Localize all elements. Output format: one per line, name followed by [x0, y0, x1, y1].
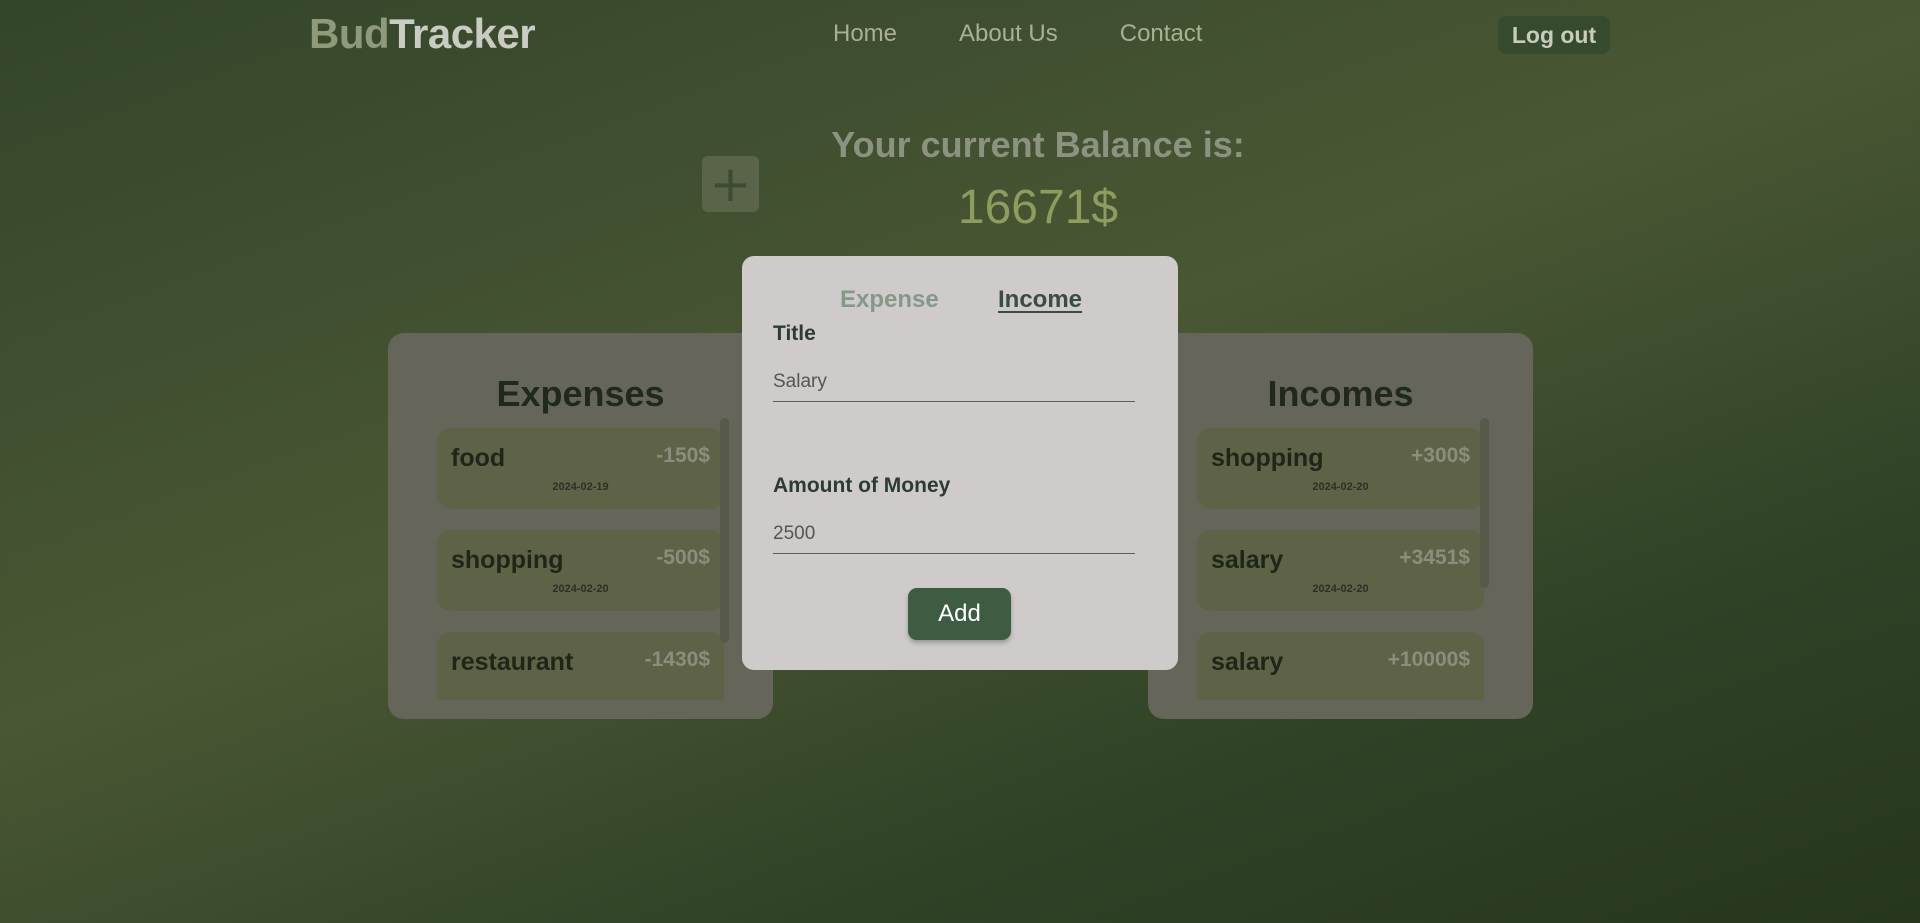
- balance-value: 16671$: [957, 181, 1119, 234]
- amount-input[interactable]: [773, 514, 1135, 554]
- expenses-panel: Expenses food -150$ 2024-02-19 shopping …: [388, 333, 773, 719]
- logo[interactable]: BudTracker: [309, 10, 536, 58]
- expense-amount: -150$: [656, 444, 710, 467]
- nav-about-us[interactable]: About Us: [959, 20, 1058, 48]
- expense-amount: -500$: [656, 546, 710, 569]
- logo-bud: Bud: [309, 10, 390, 57]
- income-item[interactable]: salary +3451$ 2024-02-20: [1197, 530, 1484, 611]
- expense-item[interactable]: shopping -500$ 2024-02-20: [437, 530, 724, 611]
- tab-expense[interactable]: Expense: [840, 286, 939, 314]
- expenses-scrollbar[interactable]: [720, 418, 729, 643]
- nav-home[interactable]: Home: [833, 20, 897, 48]
- income-date: 2024-02-20: [1312, 583, 1369, 595]
- expense-title: shopping: [451, 546, 564, 574]
- income-item[interactable]: salary +10000$: [1197, 632, 1484, 700]
- navbar: BudTracker Home About Us Contact Log out: [0, 0, 1920, 72]
- incomes-title: Incomes: [1267, 373, 1414, 414]
- incomes-scrollbar[interactable]: [1480, 418, 1489, 588]
- income-item[interactable]: shopping +300$ 2024-02-20: [1197, 428, 1484, 509]
- logout-button[interactable]: Log out: [1498, 16, 1610, 54]
- add-button[interactable]: Add: [908, 588, 1011, 640]
- expenses-title: Expenses: [496, 373, 665, 414]
- expense-date: 2024-02-19: [552, 481, 609, 493]
- expenses-list[interactable]: food -150$ 2024-02-19 shopping -500$ 202…: [437, 428, 724, 700]
- expense-amount: -1430$: [644, 648, 710, 671]
- expense-title: food: [451, 444, 506, 472]
- income-title: salary: [1211, 546, 1284, 574]
- title-input[interactable]: [773, 362, 1135, 402]
- add-transaction-button[interactable]: +: [702, 156, 759, 212]
- expense-item[interactable]: food -150$ 2024-02-19: [437, 428, 724, 509]
- incomes-list[interactable]: shopping +300$ 2024-02-20 salary +3451$ …: [1197, 428, 1484, 700]
- income-date: 2024-02-20: [1312, 481, 1369, 493]
- income-title: shopping: [1211, 444, 1324, 472]
- nav-links: Home About Us Contact: [833, 20, 1202, 48]
- add-transaction-modal: Expense Income Title Amount of Money Add: [742, 256, 1178, 670]
- nav-contact[interactable]: Contact: [1120, 20, 1203, 48]
- title-label: Title: [773, 322, 816, 345]
- income-amount: +10000$: [1387, 648, 1470, 671]
- income-amount: +300$: [1411, 444, 1470, 467]
- balance-label: Your current Balance is:: [831, 124, 1245, 165]
- incomes-panel: Incomes shopping +300$ 2024-02-20 salary…: [1148, 333, 1533, 719]
- amount-label: Amount of Money: [773, 474, 951, 497]
- income-title: salary: [1211, 648, 1284, 676]
- income-amount: +3451$: [1399, 546, 1470, 569]
- expense-title: restaurant: [451, 648, 574, 676]
- expense-date: 2024-02-20: [552, 583, 609, 595]
- tab-income[interactable]: Income: [998, 286, 1082, 314]
- page: BudTracker Home About Us Contact Log out…: [0, 0, 1920, 923]
- expense-item[interactable]: restaurant -1430$: [437, 632, 724, 700]
- logo-tracker: Tracker: [389, 10, 536, 57]
- plus-icon: +: [709, 155, 752, 213]
